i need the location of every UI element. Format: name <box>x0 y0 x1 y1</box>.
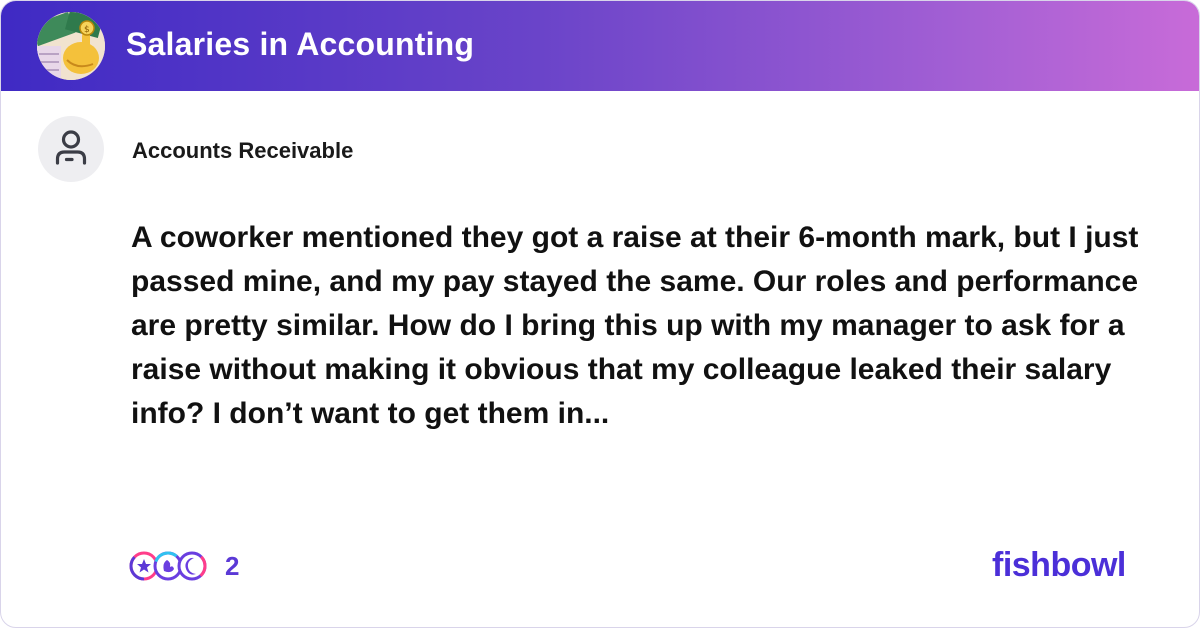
bowl-header[interactable]: $ Salaries in Accounting <box>1 1 1199 91</box>
svg-text:$: $ <box>84 25 90 35</box>
person-icon <box>55 130 87 165</box>
fishbowl-logo[interactable]: fishbowl <box>992 542 1126 588</box>
reactions-summary[interactable]: 2 <box>129 549 239 583</box>
post-body[interactable]: A coworker mentioned they got a raise at… <box>131 216 1161 436</box>
bowl-title[interactable]: Salaries in Accounting <box>126 24 474 64</box>
money-hand-emoji-icon: $ <box>37 12 105 80</box>
post-card: $ Salaries in Accounting Accounts Receiv… <box>0 0 1200 628</box>
moon-reaction-icon <box>177 551 207 581</box>
bowl-avatar[interactable]: $ <box>37 12 105 80</box>
author-avatar[interactable] <box>38 116 104 182</box>
author-name[interactable]: Accounts Receivable <box>132 138 353 164</box>
reaction-count: 2 <box>225 550 240 581</box>
